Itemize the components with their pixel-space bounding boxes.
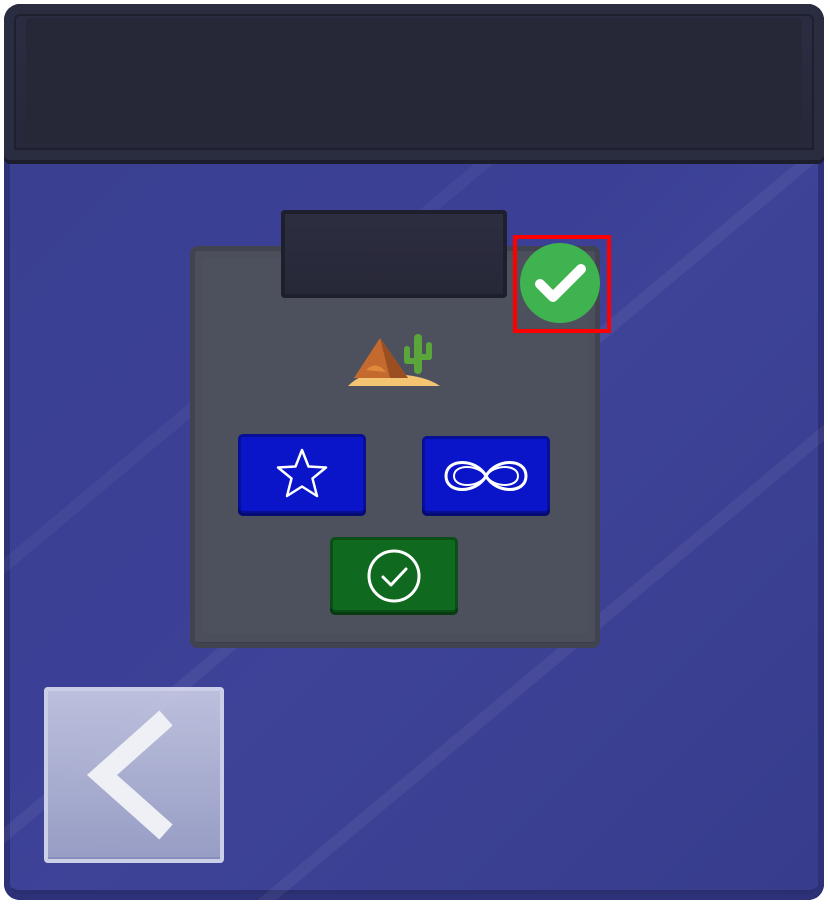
game-screen [0, 0, 830, 907]
infinity-icon [444, 461, 528, 491]
chevron-left-icon [86, 710, 173, 840]
completed-mode-button[interactable] [330, 537, 458, 615]
header-bar [4, 4, 824, 160]
header-inner [26, 18, 802, 144]
circle-check-icon [367, 549, 421, 603]
star-mode-button[interactable] [238, 434, 366, 516]
level-label-box [281, 210, 507, 298]
back-button[interactable] [44, 687, 224, 863]
star-outline-icon [276, 448, 328, 498]
completed-check-icon [519, 242, 601, 324]
endless-mode-button[interactable] [422, 436, 550, 516]
desert-cactus-icon [346, 330, 442, 390]
